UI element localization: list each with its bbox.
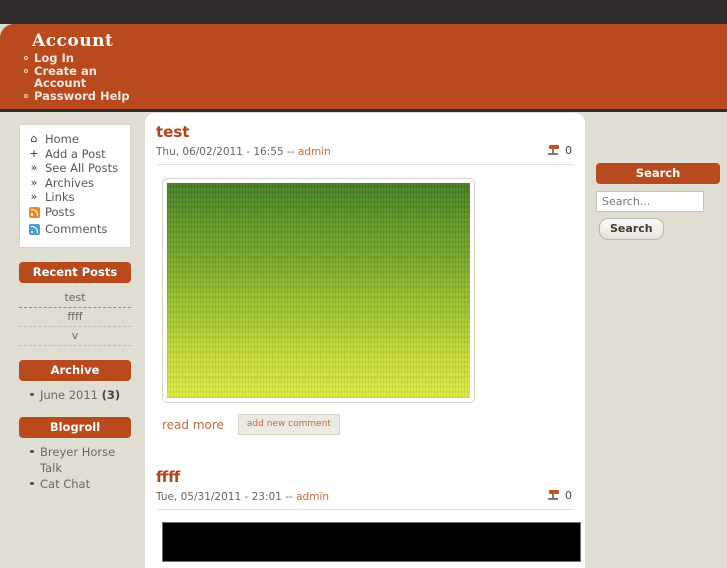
list-item[interactable]: v (19, 327, 131, 346)
recent-post-link[interactable]: ffff (67, 310, 82, 323)
nav-label-home: Home (45, 132, 79, 146)
comment-icon (547, 489, 560, 502)
nav-item-archives[interactable]: » Archives (26, 176, 124, 191)
list-item[interactable]: Breyer Horse Talk (30, 444, 131, 476)
nav-item-comments-feed[interactable]: Comments (26, 222, 124, 240)
nav-item-see-all-posts[interactable]: » See All Posts (26, 161, 124, 176)
nav-label-archives: Archives (45, 175, 95, 190)
bullet-icon (24, 93, 28, 98)
post-image (167, 183, 470, 398)
nav-label-links: Links (45, 190, 75, 204)
account-nav-item-password[interactable]: Password Help (24, 89, 140, 103)
archive-title: Archive (19, 359, 131, 381)
main-content: test Thu, 06/02/2011 - 16:55 -- admin 0 … (145, 113, 585, 568)
comment-icon (547, 144, 560, 157)
bullet-icon (24, 68, 28, 73)
primary-nav-box: ⌂ Home + Add a Post » See All Posts » Ar… (19, 124, 131, 248)
chevron-right-icon: » (30, 161, 38, 174)
post-date: Thu, 06/02/2011 - 16:55 -- (156, 146, 295, 158)
nav-label-posts-feed: Posts (45, 204, 76, 219)
post-test: test Thu, 06/02/2011 - 16:55 -- admin 0 … (156, 123, 574, 441)
post-media-placeholder (162, 522, 581, 562)
blogroll-link[interactable]: Cat Chat (40, 477, 90, 491)
blogroll-list: Breyer Horse Talk Cat Chat (30, 444, 131, 492)
left-sidebar: ⌂ Home + Add a Post » See All Posts » Ar… (0, 115, 145, 492)
post-title[interactable]: ffff (156, 468, 574, 486)
post-author[interactable]: admin (298, 146, 331, 158)
nav-label-comments-feed: Comments (45, 222, 108, 236)
account-link-password[interactable]: Password Help (34, 89, 130, 103)
search-button[interactable]: Search (599, 218, 664, 240)
post-meta: Thu, 06/02/2011 - 16:55 -- admin 0 (156, 144, 574, 165)
comment-stat[interactable]: 0 (547, 144, 572, 157)
search-block-title: Search (596, 163, 720, 184)
nav-item-home[interactable]: ⌂ Home (26, 132, 124, 147)
archive-count: (3) (101, 387, 121, 402)
nav-item-posts-feed[interactable]: Posts (26, 205, 124, 223)
bullet-icon (24, 56, 28, 60)
plus-icon: + (29, 146, 39, 160)
post-title[interactable]: test (156, 123, 574, 141)
top-dark-bar (0, 0, 727, 24)
home-icon: ⌂ (30, 132, 38, 145)
rss-icon-blue (26, 222, 42, 240)
archive-list: June 2011 (3) (30, 387, 131, 403)
post-actions: read more add new comment (162, 414, 574, 435)
add-new-comment-button[interactable]: add new comment (237, 414, 340, 435)
recent-posts-title: Recent Posts (19, 261, 131, 283)
post-meta: Tue, 05/31/2011 - 23:01 -- admin 0 (156, 489, 574, 510)
nav-item-links[interactable]: » Links (26, 190, 124, 205)
recent-posts-list: test ffff v (19, 289, 131, 346)
list-item[interactable]: test (19, 289, 131, 308)
recent-post-link[interactable]: test (64, 291, 85, 304)
comment-count: 0 (565, 144, 572, 157)
rss-icon-orange (26, 205, 42, 223)
blogroll-title: Blogroll (19, 416, 131, 438)
primary-nav-list: ⌂ Home + Add a Post » See All Posts » Ar… (26, 132, 124, 240)
recent-post-link[interactable]: v (72, 329, 79, 342)
right-sidebar: Search Search (596, 163, 720, 240)
post-image-frame (162, 178, 475, 403)
read-more-link[interactable]: read more (162, 418, 224, 432)
page-root: Account Log In Create an Account Passwor… (0, 0, 727, 568)
blogroll-link[interactable]: Breyer Horse Talk (40, 445, 115, 475)
chevron-right-icon: » (30, 190, 38, 203)
list-item[interactable]: ffff (19, 308, 131, 327)
list-item[interactable]: June 2011 (3) (30, 387, 131, 403)
account-link-create[interactable]: Create an Account (34, 64, 97, 91)
comment-stat[interactable]: 0 (547, 489, 572, 502)
post-author[interactable]: admin (296, 491, 329, 503)
nav-label-see-all-posts: See All Posts (45, 161, 119, 175)
search-input[interactable] (596, 191, 704, 212)
comment-count: 0 (565, 489, 572, 502)
account-nav: Log In Create an Account Password Help (20, 52, 140, 102)
list-item[interactable]: Cat Chat (30, 476, 131, 492)
site-title: Account (32, 31, 114, 51)
nav-item-add-a-post[interactable]: + Add a Post (26, 147, 124, 162)
site-header: Account Log In Create an Account Passwor… (0, 24, 727, 112)
nav-label-add-a-post: Add a Post (45, 146, 106, 161)
chevron-right-icon: » (30, 175, 38, 189)
post-date: Tue, 05/31/2011 - 23:01 -- (156, 491, 293, 503)
archive-link[interactable]: June 2011 (40, 388, 98, 402)
account-nav-item-create[interactable]: Create an Account (24, 64, 140, 91)
post-ffff: ffff Tue, 05/31/2011 - 23:01 -- admin 0 (156, 468, 581, 568)
